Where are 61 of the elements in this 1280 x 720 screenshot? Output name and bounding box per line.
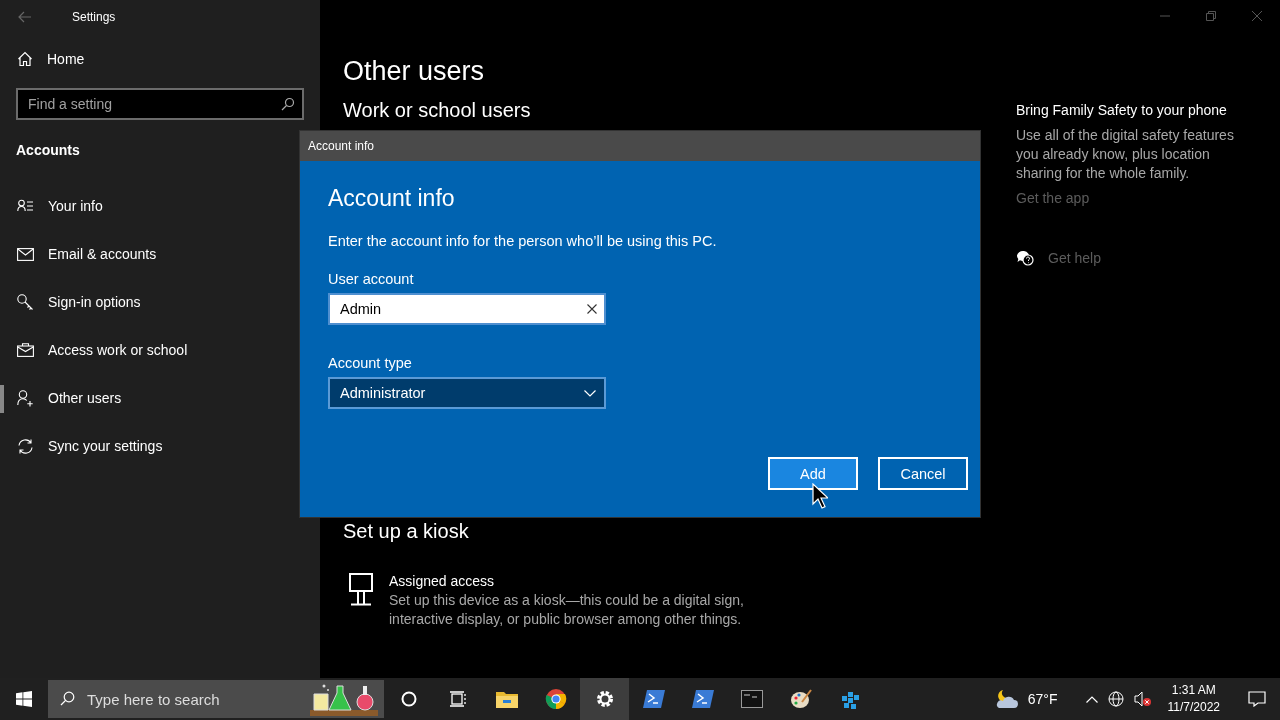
field-label: User account <box>328 271 414 287</box>
search-icon <box>60 691 75 706</box>
mouse-cursor-icon <box>812 483 828 509</box>
envelope-icon <box>17 247 34 261</box>
item-description: Set up this device as a kiosk—this could be a digital sign, interactive display, or public browser among other things. <box>389 591 745 629</box>
search-icon <box>281 97 295 111</box>
window-title: Settings <box>72 10 116 24</box>
restore-icon[interactable] <box>1206 11 1216 21</box>
shell-prompt-icon <box>691 690 714 708</box>
clear-icon[interactable] <box>587 304 597 314</box>
nav-item[interactable]: Email & accounts <box>0 230 320 278</box>
section-heading: Work or school users <box>343 99 532 122</box>
taskbar-search-field[interactable]: Type here to search <box>48 680 384 718</box>
account-type-dropdown[interactable]: Administrator <box>328 377 606 409</box>
notifications-icon[interactable] <box>1248 691 1266 707</box>
chevron-up-icon[interactable] <box>1085 695 1098 703</box>
chevron-down-icon <box>584 389 596 397</box>
nav-item[interactable]: Access work or school <box>0 326 320 374</box>
windows-start-icon[interactable] <box>16 691 32 707</box>
back-arrow-icon[interactable] <box>18 11 32 23</box>
page-title: Other users <box>343 56 486 87</box>
dialog-caption: Account info <box>308 139 375 153</box>
clock[interactable]: 1:31 AM 11/7/2022 <box>1167 682 1220 716</box>
nav-item[interactable]: Sign-in options <box>0 278 320 326</box>
key-icon <box>17 293 34 311</box>
assigned-access-link[interactable]: Assigned access <box>389 573 759 589</box>
add-button[interactable]: Add <box>768 457 858 490</box>
sync-icon <box>17 437 34 455</box>
briefcase-icon <box>17 343 34 357</box>
terminal-icon <box>740 690 763 708</box>
nav-item[interactable]: Your info <box>0 182 320 230</box>
circle-icon <box>400 691 417 707</box>
cancel-button[interactable]: Cancel <box>878 457 968 490</box>
search-field[interactable]: Find a setting <box>16 88 304 120</box>
close-icon[interactable] <box>1252 11 1262 21</box>
kiosk-icon <box>349 573 373 606</box>
browser-icon <box>544 688 567 710</box>
science-flasks-drawing <box>310 682 378 716</box>
speaker-muted-icon[interactable] <box>1133 691 1152 707</box>
user-account-field[interactable]: Admin <box>328 293 606 325</box>
home-icon <box>17 51 33 67</box>
tip-text: Use all of the digital safety features you already know, plus location sharing for the whole family. <box>1016 126 1235 183</box>
globe-icon[interactable] <box>1107 691 1124 707</box>
section-heading: Accounts <box>16 142 81 158</box>
help-chat-icon <box>1016 250 1034 266</box>
shell-prompt-icon <box>642 690 665 708</box>
home-link[interactable]: Home <box>0 48 320 70</box>
palette-icon <box>789 689 812 709</box>
dialog-instruction: Enter the account info for the person who’ll be using this PC. <box>328 233 717 249</box>
task-view-icon <box>448 691 467 707</box>
person-add-icon <box>17 389 34 407</box>
section-heading: Set up a kiosk <box>343 520 470 543</box>
tip-title: Bring Family Safety to your phone <box>1016 102 1228 118</box>
dialog-heading: Account info <box>328 185 455 212</box>
temperature-text[interactable]: 67°F <box>1027 691 1058 707</box>
settings-icon <box>594 689 615 709</box>
folder-icon <box>495 690 518 708</box>
nav-item[interactable]: Sync your settings <box>0 422 320 470</box>
field-label: Account type <box>328 355 412 371</box>
contact-card-icon <box>17 199 34 213</box>
taskbar-app[interactable] <box>580 678 629 720</box>
